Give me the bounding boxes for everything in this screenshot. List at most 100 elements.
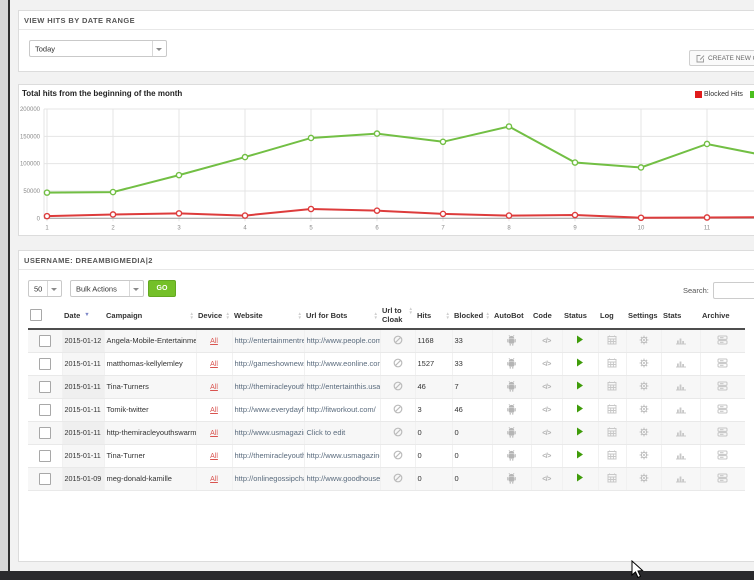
archive-cell[interactable]	[700, 421, 745, 444]
go-button[interactable]: GO	[148, 280, 176, 297]
archive-cell[interactable]	[700, 329, 745, 353]
log-cell[interactable]	[598, 398, 626, 421]
archive-cell[interactable]	[700, 467, 745, 490]
autobot-cell[interactable]	[492, 444, 531, 467]
page-size-select[interactable]: 50	[28, 280, 62, 297]
row-checkbox[interactable]	[39, 427, 51, 439]
log-cell[interactable]	[598, 329, 626, 353]
legend-item-valid: Valid Hits	[750, 91, 754, 98]
bulk-actions-value: Bulk Actions	[76, 284, 117, 293]
code-cell[interactable]: </>	[531, 444, 562, 467]
settings-cell[interactable]	[626, 375, 661, 398]
log-cell[interactable]	[598, 352, 626, 375]
play-icon	[576, 335, 584, 344]
col-url-for-bots[interactable]: ▲▼Url for Bots	[304, 303, 380, 329]
log-cell[interactable]	[598, 467, 626, 490]
device-link[interactable]: All	[210, 430, 218, 437]
table-row: 2015-01-11 matthomas-kellylemley All htt…	[28, 352, 745, 375]
row-checkbox[interactable]	[39, 381, 51, 393]
col-date[interactable]: Date▼	[62, 303, 104, 329]
stats-cell[interactable]	[661, 375, 700, 398]
stats-cell[interactable]	[661, 352, 700, 375]
sort-icon: ▲▼	[409, 307, 413, 315]
date-range-select[interactable]: Today	[29, 40, 167, 57]
blocked-cell: 0	[452, 444, 492, 467]
svg-text:2: 2	[111, 225, 115, 231]
col-website[interactable]: ▲▼Website	[232, 303, 304, 329]
settings-cell[interactable]	[626, 444, 661, 467]
row-checkbox[interactable]	[39, 473, 51, 485]
bar-chart-icon	[675, 358, 687, 368]
code-cell[interactable]: </>	[531, 398, 562, 421]
search-input[interactable]	[713, 282, 754, 299]
device-link[interactable]: All	[210, 476, 218, 483]
url-to-cloak-cell[interactable]	[380, 329, 415, 353]
stats-cell[interactable]	[661, 444, 700, 467]
hits-cell: 46	[415, 375, 452, 398]
code-cell[interactable]: </>	[531, 421, 562, 444]
gear-icon	[639, 358, 649, 368]
settings-cell[interactable]	[626, 329, 661, 353]
autobot-cell[interactable]	[492, 467, 531, 490]
stats-cell[interactable]	[661, 421, 700, 444]
campaign-cell: meg-donald-kamille	[104, 467, 196, 490]
autobot-cell[interactable]	[492, 398, 531, 421]
autobot-cell[interactable]	[492, 421, 531, 444]
url-to-cloak-cell[interactable]	[380, 421, 415, 444]
status-cell[interactable]	[562, 467, 598, 490]
col-hits[interactable]: ▲▼Hits	[415, 303, 452, 329]
row-checkbox[interactable]	[39, 358, 51, 370]
status-cell[interactable]	[562, 375, 598, 398]
bulk-actions-select[interactable]: Bulk Actions	[70, 280, 144, 297]
status-cell[interactable]	[562, 444, 598, 467]
log-cell[interactable]	[598, 375, 626, 398]
col-device[interactable]: ▲▼Device	[196, 303, 232, 329]
stats-cell[interactable]	[661, 398, 700, 421]
log-cell[interactable]	[598, 421, 626, 444]
code-cell[interactable]: </>	[531, 375, 562, 398]
settings-cell[interactable]	[626, 467, 661, 490]
autobot-cell[interactable]	[492, 375, 531, 398]
url-to-cloak-cell[interactable]	[380, 467, 415, 490]
device-link[interactable]: All	[210, 453, 218, 460]
col-blocked[interactable]: ▲▼Blocked	[452, 303, 492, 329]
status-cell[interactable]	[562, 398, 598, 421]
url-to-cloak-cell[interactable]	[380, 398, 415, 421]
settings-cell[interactable]	[626, 398, 661, 421]
select-all-checkbox[interactable]	[30, 309, 42, 321]
device-link[interactable]: All	[210, 384, 218, 391]
status-cell[interactable]	[562, 329, 598, 353]
create-new-campaign-button[interactable]: CREATE NEW CAMPAIGN	[689, 50, 754, 66]
archive-cell[interactable]	[700, 444, 745, 467]
archive-cell[interactable]	[700, 398, 745, 421]
device-link[interactable]: All	[210, 338, 218, 345]
autobot-cell[interactable]	[492, 352, 531, 375]
hits-cell: 0	[415, 467, 452, 490]
col-campaign[interactable]: ▲▼Campaign	[104, 303, 196, 329]
code-cell[interactable]: </>	[531, 352, 562, 375]
website-cell: http://www.everydayfitnes...	[232, 398, 304, 421]
url-to-cloak-cell[interactable]	[380, 352, 415, 375]
url-to-cloak-cell[interactable]	[380, 375, 415, 398]
code-cell[interactable]: </>	[531, 467, 562, 490]
row-checkbox[interactable]	[39, 335, 51, 347]
status-cell[interactable]	[562, 421, 598, 444]
settings-cell[interactable]	[626, 421, 661, 444]
stats-cell[interactable]	[661, 329, 700, 353]
url-to-cloak-cell[interactable]	[380, 444, 415, 467]
sort-icon: ▲▼	[298, 312, 302, 320]
row-checkbox[interactable]	[39, 450, 51, 462]
autobot-cell[interactable]	[492, 329, 531, 353]
row-checkbox[interactable]	[39, 404, 51, 416]
col-url-to-cloak[interactable]: ▲▼Url to Cloak	[380, 303, 415, 329]
status-cell[interactable]	[562, 352, 598, 375]
android-icon	[506, 380, 517, 392]
archive-cell[interactable]	[700, 352, 745, 375]
archive-cell[interactable]	[700, 375, 745, 398]
code-cell[interactable]: </>	[531, 329, 562, 353]
device-link[interactable]: All	[210, 361, 218, 368]
stats-cell[interactable]	[661, 467, 700, 490]
settings-cell[interactable]	[626, 352, 661, 375]
device-link[interactable]: All	[210, 407, 218, 414]
log-cell[interactable]	[598, 444, 626, 467]
